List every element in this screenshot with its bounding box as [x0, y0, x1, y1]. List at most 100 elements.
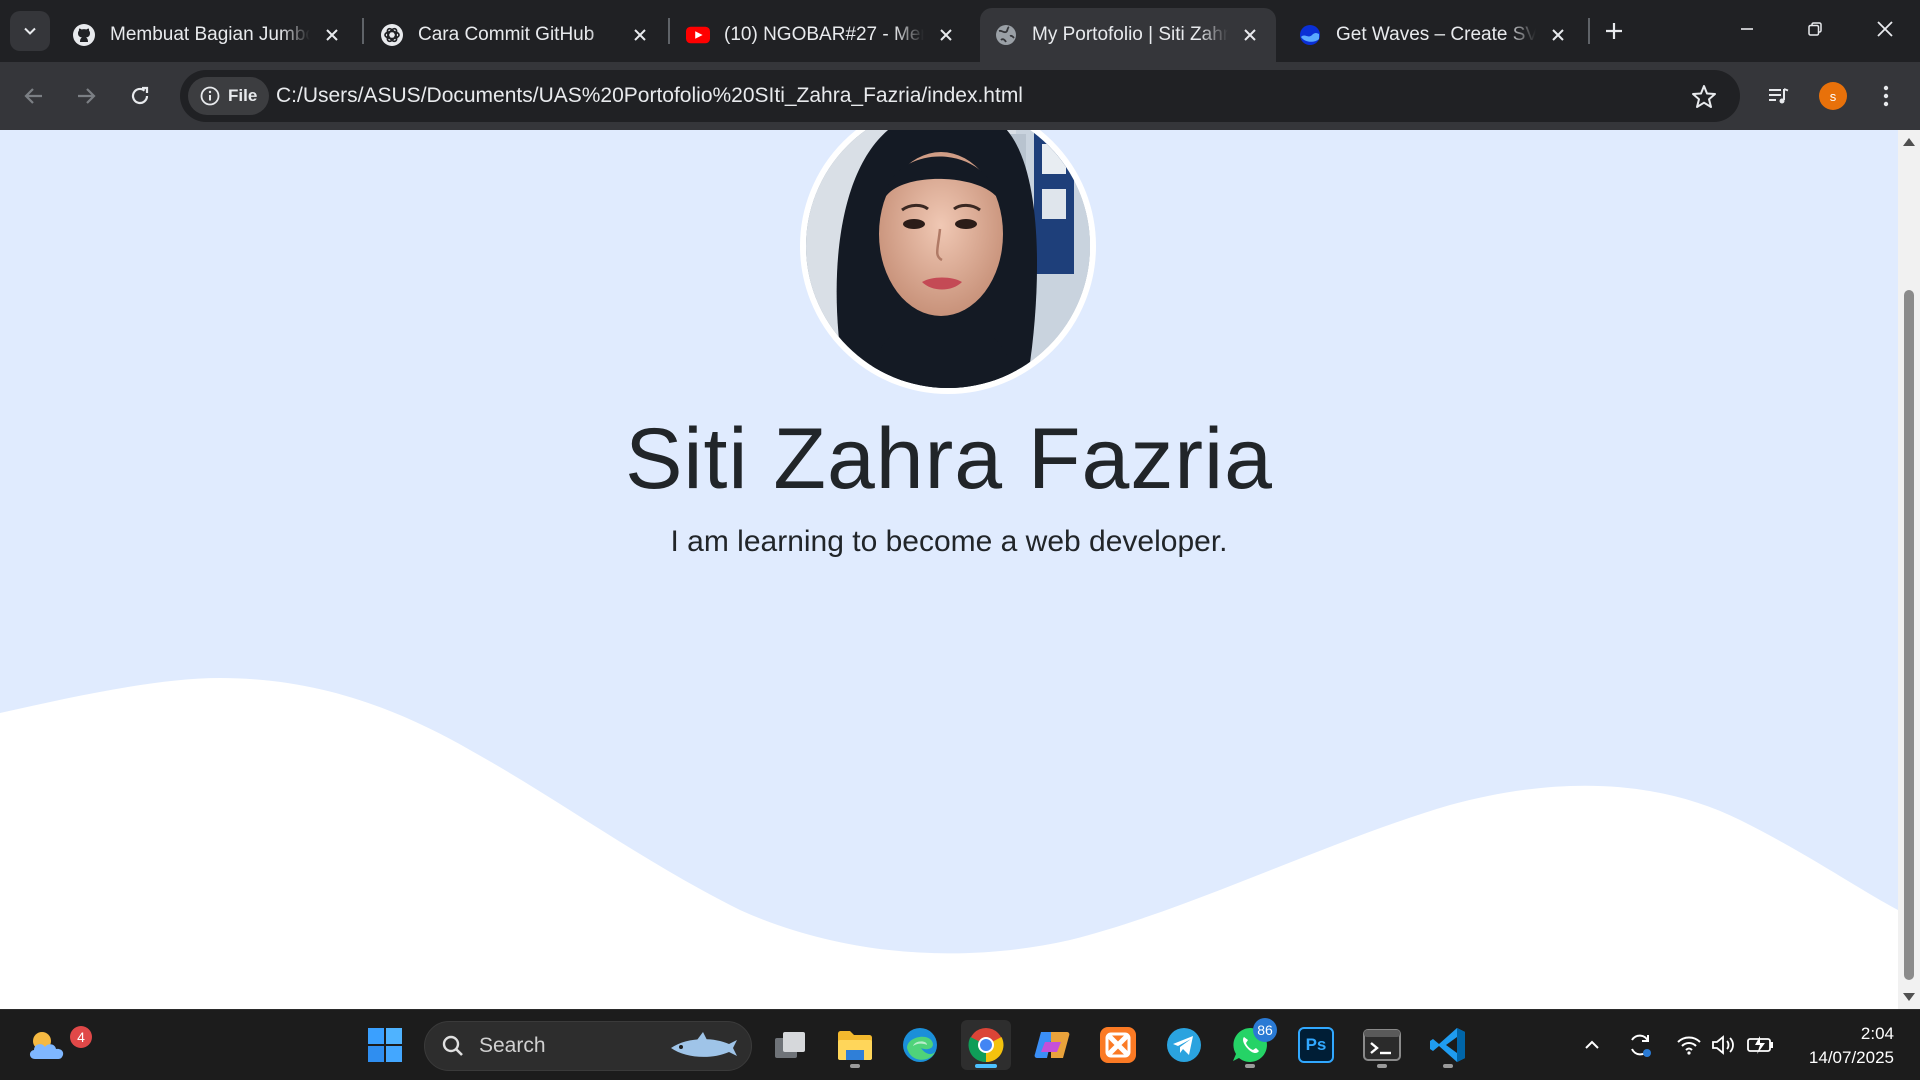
tab-separator [362, 18, 364, 44]
copilot-button[interactable] [1027, 1020, 1077, 1070]
github-icon [72, 23, 96, 47]
avatar: s [1819, 82, 1847, 110]
clock-time: 2:04 [1860, 1024, 1894, 1043]
arrow-right-icon [78, 88, 96, 104]
photoshop-button[interactable]: Ps [1291, 1020, 1341, 1070]
weather-badge: 4 [70, 1026, 92, 1048]
reload-icon [131, 86, 149, 105]
close-window-button[interactable] [1858, 8, 1912, 50]
tab-jumbotron[interactable]: Membuat Bagian Jumbotron [58, 8, 358, 62]
browser-menu-button[interactable] [1866, 76, 1906, 116]
close-icon [1877, 21, 1893, 37]
reload-button[interactable] [120, 76, 160, 116]
tab-separator [668, 18, 670, 44]
url-text[interactable]: C:/Users/ASUS/Documents/UAS%20Portofolio… [276, 84, 1023, 108]
page-viewport: Siti Zahra Fazria I am learning to becom… [0, 130, 1898, 1009]
running-indicator [850, 1064, 860, 1068]
profile-button[interactable]: s [1813, 76, 1853, 116]
hero-name: Siti Zahra Fazria [625, 411, 1273, 507]
windows-logo-icon [368, 1028, 402, 1062]
site-info-chip[interactable]: File [188, 77, 270, 115]
address-bar[interactable]: File C:/Users/ASUS/Documents/UAS%20Porto… [180, 70, 1740, 122]
back-button[interactable] [14, 76, 54, 116]
telegram-button[interactable] [1159, 1020, 1209, 1070]
running-indicator [1377, 1064, 1387, 1068]
weather-cloud-icon [29, 1032, 64, 1059]
windows-taskbar: 4 Search 86 Ps 2:04 14/07/2025 [0, 1009, 1920, 1080]
copilot-icon [1034, 1032, 1070, 1058]
tab-title: Cara Commit GitHub [418, 24, 595, 45]
jumbotron: Siti Zahra Fazria I am learning to becom… [0, 130, 1898, 1009]
vscode-button[interactable] [1423, 1020, 1473, 1070]
youtube-icon [686, 23, 710, 47]
scroll-up-icon[interactable] [1903, 138, 1915, 146]
photoshop-label: Ps [1305, 1035, 1327, 1054]
close-tab-icon[interactable] [628, 23, 652, 47]
terminal-icon [1363, 1029, 1401, 1061]
tab-cara-commit[interactable]: Cara Commit GitHub [366, 8, 666, 62]
search-highlight-shark-icon [671, 1032, 737, 1057]
xampp-icon [1100, 1027, 1136, 1063]
page-scrollbar[interactable] [1898, 130, 1920, 1009]
running-indicator [1245, 1064, 1255, 1068]
tab-separator [1588, 18, 1590, 44]
playlist-music-icon [1769, 88, 1789, 104]
xampp-button[interactable] [1093, 1020, 1143, 1070]
tab-title: Get Waves – Create SVG waves [1336, 24, 1536, 45]
tab-title: (10) NGOBAR#27 - Membuat [724, 24, 924, 45]
tab-my-portofolio[interactable]: My Portofolio | Siti Zahra [980, 8, 1276, 62]
globe-icon [994, 23, 1018, 47]
getwaves-icon [1298, 23, 1322, 47]
minimize-button[interactable] [1720, 8, 1774, 50]
tab-ngobar[interactable]: (10) NGOBAR#27 - Membuat [672, 8, 972, 62]
file-explorer-button[interactable] [830, 1020, 880, 1070]
volume-icon [1712, 1035, 1734, 1055]
terminal-button[interactable] [1357, 1020, 1407, 1070]
folder-icon [838, 1031, 872, 1060]
tab-get-waves[interactable]: Get Waves – Create SVG waves [1284, 8, 1584, 62]
close-tab-icon[interactable] [934, 23, 958, 47]
restore-button[interactable] [1788, 8, 1842, 50]
chrome-button[interactable] [961, 1020, 1011, 1070]
close-tab-icon[interactable] [1238, 23, 1262, 47]
site-chip-label: File [228, 86, 258, 105]
scroll-thumb[interactable] [1904, 290, 1914, 980]
tab-title: My Portofolio | Siti Zahra [1032, 24, 1228, 45]
taskbar-search[interactable]: Search [424, 1021, 752, 1071]
chevron-up-icon [1585, 1040, 1599, 1049]
tab-title: Membuat Bagian Jumbotron [110, 24, 310, 45]
chevron-down-icon [24, 27, 36, 35]
minimize-icon [1741, 28, 1753, 30]
scroll-down-icon[interactable] [1903, 993, 1915, 1001]
bookmark-star-icon[interactable] [1690, 83, 1718, 111]
wifi-tray-button[interactable] [1672, 1028, 1706, 1062]
close-tab-icon[interactable] [320, 23, 344, 47]
browser-toolbar: File C:/Users/ASUS/Documents/UAS%20Porto… [0, 62, 1920, 130]
start-button[interactable] [360, 1020, 410, 1070]
close-tab-icon[interactable] [1546, 23, 1570, 47]
task-view-button[interactable] [765, 1020, 815, 1070]
weather-widget[interactable]: 4 [22, 1020, 92, 1070]
clock-date: 14/07/2025 [1808, 1048, 1894, 1067]
volume-tray-button[interactable] [1706, 1028, 1740, 1062]
wifi-icon [1677, 1036, 1701, 1055]
whatsapp-badge: 86 [1253, 1018, 1277, 1042]
new-tab-button[interactable] [1597, 14, 1631, 48]
tab-strip: Membuat Bagian Jumbotron Cara Commit Git… [0, 0, 1920, 62]
sync-tray-button[interactable] [1623, 1028, 1657, 1062]
media-control-button[interactable] [1758, 76, 1798, 116]
edge-icon [903, 1028, 937, 1062]
battery-tray-button[interactable] [1744, 1028, 1778, 1062]
arrow-left-icon [24, 88, 42, 104]
forward-button[interactable] [66, 76, 106, 116]
tab-search-button[interactable] [10, 11, 50, 51]
telegram-icon [1167, 1028, 1201, 1062]
whatsapp-button[interactable]: 86 [1225, 1018, 1277, 1070]
chatgpt-icon [380, 23, 404, 47]
show-hidden-icons-button[interactable] [1575, 1028, 1609, 1062]
taskbar-clock[interactable]: 2:04 14/07/2025 [1809, 1022, 1894, 1070]
vscode-icon [1430, 1028, 1465, 1062]
photoshop-icon: Ps [1298, 1027, 1334, 1063]
plus-icon [1606, 23, 1622, 39]
edge-button[interactable] [895, 1020, 945, 1070]
